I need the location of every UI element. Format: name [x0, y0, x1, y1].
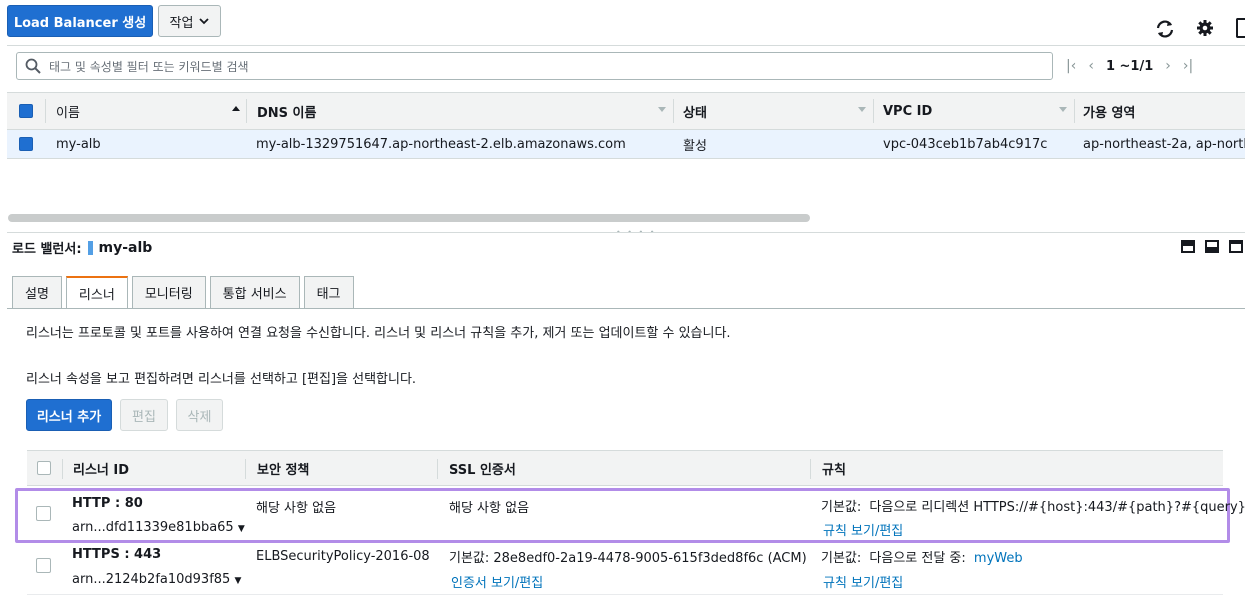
layout-bottom-icon[interactable]	[1205, 240, 1219, 253]
column-header-security-policy: 보안 정책	[257, 462, 310, 478]
tab-description[interactable]: 설명	[12, 276, 62, 308]
tab-listeners[interactable]: 리스너	[65, 276, 128, 309]
prev-page-icon[interactable]: ‹	[1088, 58, 1094, 74]
page-range: 1 ~1/1	[1105, 58, 1154, 74]
column-header-vpc[interactable]: VPC ID	[883, 93, 932, 129]
view-edit-rules-link[interactable]: 규칙 보기/편집	[823, 520, 903, 539]
lb-name: my-alb	[56, 136, 101, 152]
refresh-icon[interactable]	[1154, 18, 1176, 40]
sort-asc-icon[interactable]	[232, 106, 240, 111]
search-input[interactable]: 태그 및 속성별 필터 또는 키워드별 검색	[16, 52, 1053, 80]
detail-lb-name: my-alb	[98, 239, 153, 256]
listener-arn-text: arn...2124b2fa10d93f85	[72, 572, 231, 587]
last-page-icon[interactable]: ›|	[1183, 58, 1193, 74]
ssl-certificate: 해당 사항 없음	[449, 501, 530, 516]
panel-divider	[7, 232, 1245, 233]
select-all-listeners-checkbox[interactable]	[37, 451, 51, 485]
column-header-dns[interactable]: DNS 이름	[257, 93, 316, 129]
first-page-icon[interactable]: |‹	[1066, 58, 1076, 74]
layout-full-icon[interactable]	[1229, 240, 1243, 253]
lb-table-header: 이름 DNS 이름 상태 VPC ID 가용 영역	[7, 92, 1245, 130]
tab-monitoring[interactable]: 모니터링	[131, 276, 206, 308]
listener-edit-hint: 리스너 속성을 보고 편집하려면 리스너를 선택하고 [편집]을 선택합니다.	[26, 372, 417, 387]
listener-protocol: HTTPS : 443	[72, 547, 162, 562]
detail-title: 로드 밸런서: my-alb	[12, 238, 153, 258]
rule-prefix: 기본값:	[821, 500, 862, 515]
caret-down-icon: ▼	[237, 524, 245, 534]
view-edit-certificate-link[interactable]: 인증서 보기/편집	[451, 572, 543, 591]
next-page-icon[interactable]: ›	[1165, 58, 1171, 74]
listener-protocol: HTTP : 80	[72, 496, 143, 511]
lb-state: 활성	[683, 138, 707, 154]
column-header-az[interactable]: 가용 영역	[1083, 93, 1135, 129]
column-header-name[interactable]: 이름	[56, 93, 80, 129]
rule-summary: 기본값: 다음으로 전달 중: myWeb	[821, 547, 1023, 566]
column-header-state[interactable]: 상태	[683, 93, 707, 129]
security-policy: ELBSecurityPolicy-2016-08	[256, 549, 430, 564]
sort-icon[interactable]	[1059, 107, 1067, 112]
actions-label: 작업	[169, 15, 194, 31]
search-placeholder: 태그 및 속성별 필터 또는 키워드별 검색	[49, 59, 249, 74]
layout-split-icon[interactable]	[1181, 240, 1195, 253]
gear-icon[interactable]	[1196, 19, 1214, 37]
caret-down-icon: ▼	[234, 576, 242, 586]
rule-prefix: 기본값:	[821, 551, 862, 566]
view-edit-rules-link[interactable]: 규칙 보기/편집	[823, 572, 903, 591]
lb-dns: my-alb-1329751647.ap-northeast-2.elb.ama…	[256, 136, 626, 152]
rule-text: 다음으로 전달 중:	[869, 551, 966, 566]
sort-icon[interactable]	[858, 107, 866, 112]
tab-integrated-services[interactable]: 통합 서비스	[209, 276, 300, 308]
security-policy: 해당 사항 없음	[256, 501, 337, 516]
listener-table-header: 리스너 ID 보안 정책 SSL 인증서 규칙	[27, 450, 1223, 486]
rule-summary: 기본값: 다음으로 리디렉션 HTTPS://#{host}:443/#{pat…	[821, 496, 1245, 515]
lb-az: ap-northeast-2a, ap-northea	[1083, 136, 1245, 152]
column-header-rules: 규칙	[822, 462, 846, 478]
help-panel-icon[interactable]	[1236, 18, 1245, 38]
listener-arn[interactable]: arn...dfd11339e81bba65 ▼	[72, 520, 245, 535]
table-row[interactable]: HTTP : 80 arn...dfd11339e81bba65 ▼ 해당 사항…	[27, 490, 1245, 542]
edit-listener-button[interactable]: 편집	[120, 399, 168, 431]
table-row[interactable]: my-alb my-alb-1329751647.ap-northeast-2.…	[7, 130, 1245, 159]
lb-vpc: vpc-043ceb1b7ab4c917c	[883, 136, 1048, 152]
listener-arn-text: arn...dfd11339e81bba65	[72, 520, 234, 535]
tabs-underline	[7, 308, 1245, 309]
search-icon	[25, 58, 41, 74]
select-all-checkbox[interactable]	[19, 93, 33, 129]
listener-arn[interactable]: arn...2124b2fa10d93f85 ▼	[72, 572, 241, 587]
rule-text: 다음으로 리디렉션 HTTPS://#{host}:443/#{path}?#{…	[869, 500, 1245, 515]
column-header-listener-id: 리스너 ID	[73, 462, 130, 478]
tab-tags[interactable]: 태그	[303, 276, 354, 308]
detail-title-prefix: 로드 밸런서:	[12, 242, 82, 257]
row-checkbox[interactable]	[19, 130, 33, 158]
column-header-ssl-cert: SSL 인증서	[449, 462, 516, 478]
sort-icon[interactable]	[658, 107, 666, 112]
target-group-link[interactable]: myWeb	[974, 551, 1023, 566]
ssl-certificate: 기본값: 28e8edf0-2a19-4478-9005-615f3ded8f6…	[449, 551, 807, 566]
actions-dropdown-button[interactable]: 작업	[158, 5, 221, 37]
chevron-down-icon	[199, 17, 210, 24]
pagination: |‹ ‹ 1 ~1/1 › ›|	[1066, 58, 1193, 74]
lb-color-marker	[87, 240, 93, 255]
row-checkbox[interactable]	[36, 506, 51, 521]
horizontal-scrollbar[interactable]	[8, 214, 810, 222]
listener-description: 리스너는 프로토콜 및 포트를 사용하여 연결 요청을 수신합니다. 리스너 및…	[26, 326, 731, 341]
delete-listener-button[interactable]: 삭제	[176, 399, 223, 431]
add-listener-button[interactable]: 리스너 추가	[26, 399, 112, 431]
table-row[interactable]: HTTPS : 443 arn...2124b2fa10d93f85 ▼ ELB…	[27, 545, 1223, 593]
row-checkbox[interactable]	[36, 558, 51, 573]
table-bottom-border	[27, 594, 1223, 595]
detail-tabs: 설명 리스너 모니터링 통합 서비스 태그	[12, 276, 354, 309]
create-load-balancer-button[interactable]: Load Balancer 생성	[7, 5, 153, 37]
